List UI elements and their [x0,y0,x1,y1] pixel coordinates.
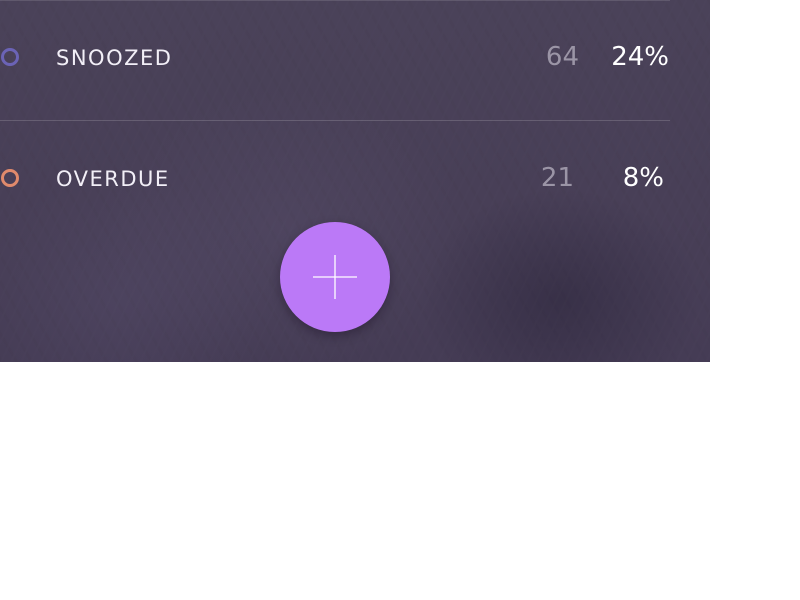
overdue-percent: 8% [622,163,664,193]
top-divider [0,0,670,1]
stats-panel: SNOOZED 64 24% OVERDUE 21 8% [0,0,710,362]
add-button[interactable] [280,222,390,332]
overdue-status-dot-icon [1,169,19,187]
overdue-count: 21 [540,163,574,193]
row-divider [0,120,670,121]
status-row-overdue[interactable]: OVERDUE 21 8% [0,150,670,210]
status-row-snoozed[interactable]: SNOOZED 64 24% [0,29,670,89]
plus-icon [313,255,357,299]
snoozed-status-dot-icon [1,48,19,66]
snoozed-percent: 24% [611,42,669,72]
overdue-label: OVERDUE [56,167,170,191]
snoozed-label: SNOOZED [56,46,173,70]
snoozed-count: 64 [545,42,579,72]
